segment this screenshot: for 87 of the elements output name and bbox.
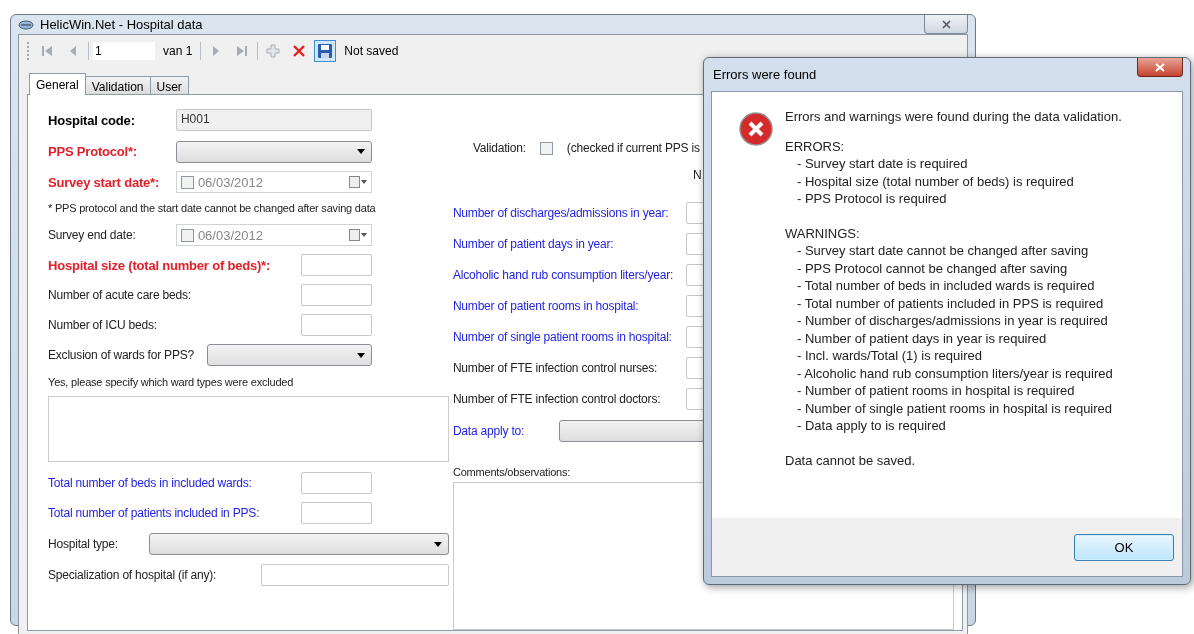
delete-icon bbox=[292, 44, 307, 58]
field-label: Hospital size (total number of beds)*: bbox=[48, 257, 272, 273]
number-field[interactable] bbox=[300, 254, 372, 276]
field-label: Validation: bbox=[472, 141, 526, 155]
field-label: Total number of beds in included wards: bbox=[48, 476, 253, 490]
field-label: Number of single patient rooms in hospital: bbox=[452, 329, 673, 344]
number-field[interactable] bbox=[300, 472, 372, 494]
dropdown-caret-icon bbox=[356, 352, 365, 358]
tab[interactable]: Validation bbox=[84, 76, 151, 95]
field-label: Survey end date: bbox=[48, 228, 137, 242]
warning-item: - Alcoholic hand rub consumption liters/year is required bbox=[796, 364, 1114, 382]
field-label: Hospital code: bbox=[48, 112, 136, 128]
warning-item: - Number of patient days in year is required bbox=[796, 329, 1048, 347]
form-note: Comments/observations: bbox=[452, 466, 571, 478]
date-field[interactable]: 06/03/2012 bbox=[175, 171, 372, 193]
calendar-icon bbox=[348, 229, 367, 241]
last-record-icon bbox=[236, 45, 249, 57]
text-area[interactable] bbox=[48, 396, 449, 462]
number-field[interactable] bbox=[300, 284, 372, 306]
plus-icon bbox=[266, 44, 281, 58]
field-label: Number of acute care beds: bbox=[48, 288, 192, 302]
field-label: Survey start date*: bbox=[48, 174, 161, 190]
ok-button[interactable]: OK bbox=[1074, 533, 1174, 561]
error-item: - Hospital size (total number of beds) is required bbox=[796, 172, 1075, 190]
error-item: - Survey start date is required bbox=[796, 155, 969, 173]
warning-item: - PPS Protocol cannot be changed after saving bbox=[796, 259, 1069, 277]
dialog-footer-text: Data cannot be saved. bbox=[785, 451, 917, 469]
field-label: Hospital type: bbox=[48, 537, 119, 551]
checkbox[interactable] bbox=[180, 228, 194, 242]
first-record-icon bbox=[41, 45, 53, 57]
warning-item: - Survey start date cannot be changed after saving bbox=[796, 242, 1090, 260]
error-item: - PPS Protocol is required bbox=[796, 190, 948, 208]
checkbox[interactable] bbox=[180, 175, 194, 189]
field-label: Number of discharges/admissions in year: bbox=[452, 205, 670, 220]
field-label: Number of patient rooms in hospital: bbox=[452, 298, 640, 313]
text-field[interactable]: H001 bbox=[175, 109, 372, 131]
form-note: * PPS protocol and the start date cannot be changed after saving data bbox=[48, 202, 376, 214]
warning-item: - Incl. wards/Total (1) is required bbox=[796, 347, 983, 365]
close-icon bbox=[1155, 62, 1165, 72]
form-note: (checked if current PPS is bbox=[566, 141, 700, 155]
field-label: Number of FTE infection control doctors: bbox=[452, 391, 662, 406]
warning-item: - Total number of patients included in PPS is required bbox=[796, 294, 1105, 312]
warning-item: - Number of discharges/admissions in year is required bbox=[796, 312, 1109, 330]
field-label: Number of FTE infection control nurses: bbox=[452, 360, 659, 375]
warning-item: - Data apply to is required bbox=[796, 417, 947, 435]
dropdown-caret-icon bbox=[433, 541, 442, 547]
field-label: Total number of patients included in PPS: bbox=[48, 506, 261, 520]
tab[interactable]: General bbox=[29, 73, 86, 95]
number-field[interactable] bbox=[300, 314, 372, 336]
field-label: Number of ICU beds: bbox=[48, 318, 158, 332]
app-logo-icon bbox=[18, 18, 34, 31]
warning-item: - Number of patient rooms in hospital is required bbox=[796, 382, 1076, 400]
save-icon bbox=[317, 43, 334, 59]
dropdown-field[interactable] bbox=[175, 140, 372, 163]
warning-item: - Number of single patient rooms in hospital is required bbox=[796, 399, 1114, 417]
field-label: Number of patient days in year: bbox=[452, 236, 615, 251]
warning-item: - Total number of beds in included wards is required bbox=[796, 277, 1096, 295]
dialog-title: Errors were found bbox=[713, 67, 818, 82]
field-label: Exclusion of wards for PPS? bbox=[48, 348, 195, 362]
calendar-icon bbox=[348, 176, 367, 188]
number-field[interactable] bbox=[300, 502, 372, 524]
close-button[interactable] bbox=[1137, 58, 1183, 77]
section-heading: WARNINGS: bbox=[785, 224, 861, 242]
dropdown-field[interactable] bbox=[148, 533, 449, 555]
next-icon bbox=[212, 45, 221, 57]
tab[interactable]: User bbox=[149, 76, 189, 95]
checkbox[interactable] bbox=[539, 141, 553, 155]
close-icon bbox=[941, 19, 951, 29]
field-label: Alcoholic hand rub consumption liters/year: bbox=[452, 267, 675, 282]
error-icon bbox=[739, 112, 773, 146]
field-label: PPS Protocol*: bbox=[48, 144, 138, 159]
dropdown-caret-icon bbox=[356, 149, 365, 154]
dialog-message: Errors and warnings were found during the data validation. bbox=[785, 108, 1122, 126]
dropdown-field[interactable] bbox=[206, 344, 372, 366]
record-count: van 1 bbox=[162, 44, 194, 58]
record-number-field[interactable]: 1 bbox=[93, 42, 155, 60]
date-field[interactable]: 06/03/2012 bbox=[175, 224, 372, 246]
column-header: N bbox=[692, 168, 702, 182]
section-heading: ERRORS: bbox=[785, 137, 846, 155]
form-note: Yes, please specify which ward types were excluded bbox=[48, 376, 294, 388]
save-status: Not saved bbox=[343, 44, 400, 58]
toolbar-button[interactable] bbox=[314, 40, 337, 62]
field-label: Data apply to: bbox=[452, 424, 526, 438]
text-field[interactable] bbox=[260, 564, 449, 586]
field-label: Specialization of hospital (if any): bbox=[48, 568, 218, 582]
previous-icon bbox=[69, 45, 77, 57]
window-title: HelicWin.Net - Hospital data bbox=[40, 17, 204, 32]
